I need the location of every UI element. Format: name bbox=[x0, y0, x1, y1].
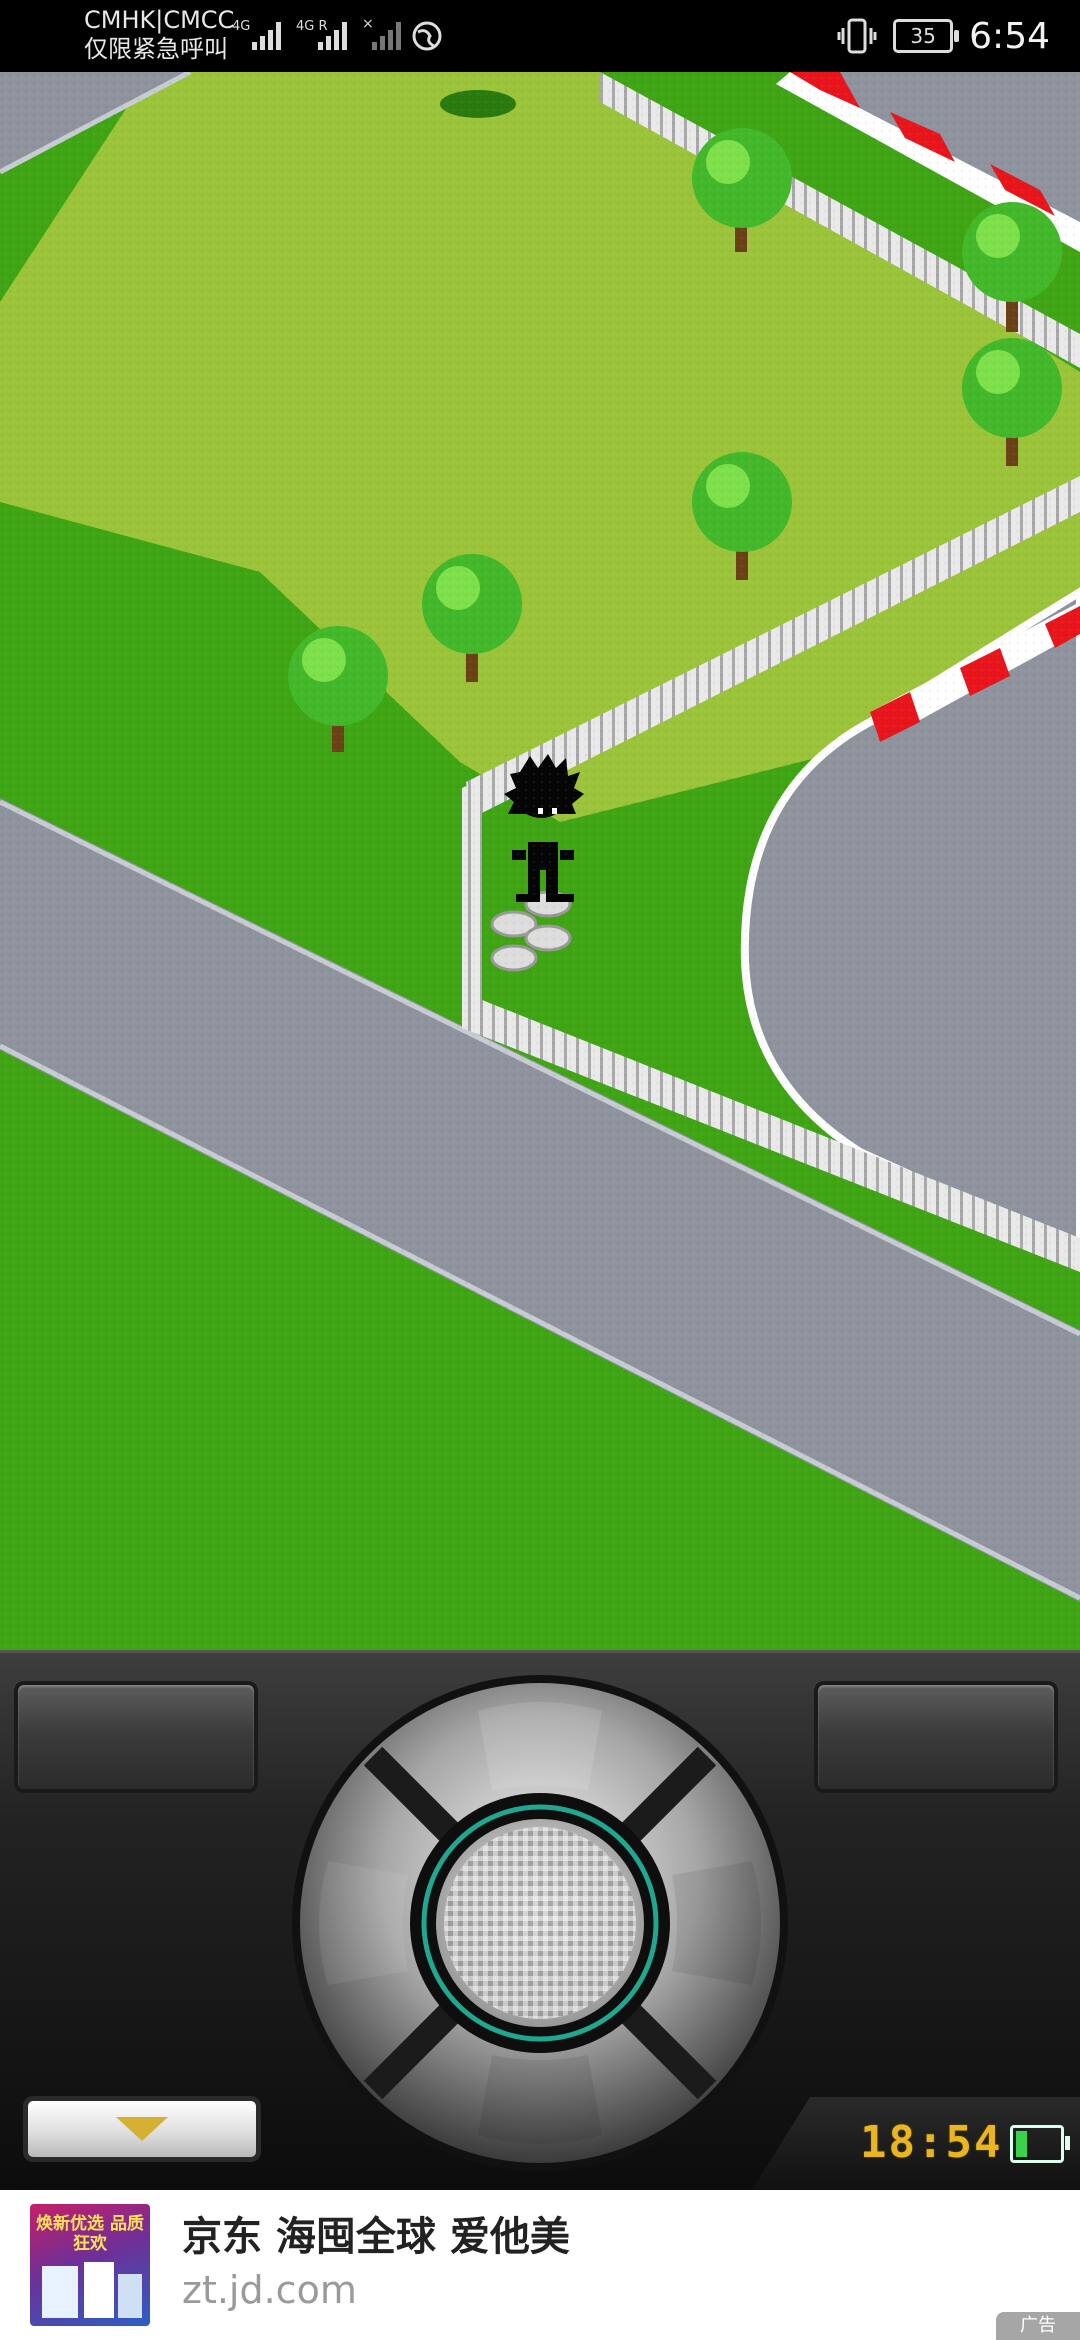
battery-icon: 35 bbox=[893, 19, 960, 53]
no-signal-icon: × bbox=[362, 16, 401, 50]
vibrate-icon bbox=[837, 18, 877, 54]
game-battery-fill bbox=[1016, 2131, 1027, 2157]
svg-text:×: × bbox=[362, 16, 374, 32]
emergency-only-text: 仅限紧急呼叫 bbox=[84, 35, 228, 63]
carrier-name: CMHK|CMCC bbox=[84, 6, 235, 34]
status-right: 35 6:54 bbox=[837, 12, 1050, 60]
menu-key[interactable] bbox=[28, 2101, 256, 2157]
dpad-down[interactable] bbox=[478, 2055, 602, 2144]
triangle-down-icon bbox=[116, 2117, 168, 2141]
signal-icons: 4G 4G R × bbox=[232, 14, 442, 62]
status-time: 6:54 bbox=[969, 15, 1050, 57]
dpad-left[interactable] bbox=[319, 1861, 408, 1985]
ad-title[interactable]: 京东 海囤全球 爱他美 bbox=[182, 2204, 570, 2262]
battery-level: 35 bbox=[910, 24, 936, 48]
dpad-up[interactable] bbox=[478, 1702, 602, 1791]
left-softkey[interactable] bbox=[18, 1685, 254, 1789]
dpad-right[interactable] bbox=[672, 1861, 761, 1985]
ad-url[interactable]: zt.jd.com bbox=[182, 2268, 357, 2312]
virtual-controller: 18:54 bbox=[0, 1650, 1080, 2193]
ad-image[interactable]: 焕新优选 品质狂欢 bbox=[30, 2204, 150, 2326]
game-viewport[interactable] bbox=[0, 72, 1080, 1650]
status-bar: CMHK|CMCC 仅限紧急呼叫 4G 4G R × 35 6:54 bbox=[0, 0, 1080, 72]
carrier-info: CMHK|CMCC 仅限紧急呼叫 bbox=[84, 6, 234, 64]
game-clock: 18:54 bbox=[860, 2117, 1003, 2168]
ad-image-text: 焕新优选 品质狂欢 bbox=[36, 2214, 144, 2254]
svg-text:4G R: 4G R bbox=[296, 19, 328, 34]
dpad-center-button[interactable] bbox=[436, 1819, 644, 2027]
signal-4g-r-icon: 4G R bbox=[296, 19, 347, 50]
globe-icon bbox=[412, 21, 442, 51]
dpad[interactable] bbox=[288, 1671, 792, 2175]
ad-label: 广告 bbox=[1020, 2315, 1056, 2336]
game-battery-icon bbox=[1010, 2125, 1070, 2163]
ad-tag: 广告 bbox=[996, 2312, 1080, 2340]
svg-text:4G: 4G bbox=[232, 19, 250, 34]
game-status-panel: 18:54 bbox=[750, 2097, 1080, 2193]
ad-banner[interactable]: 焕新优选 品质狂欢 京东 海囤全球 爱他美 zt.jd.com 广告 bbox=[0, 2190, 1080, 2340]
right-softkey[interactable] bbox=[818, 1685, 1054, 1789]
signal-4g-icon: 4G bbox=[232, 19, 281, 50]
